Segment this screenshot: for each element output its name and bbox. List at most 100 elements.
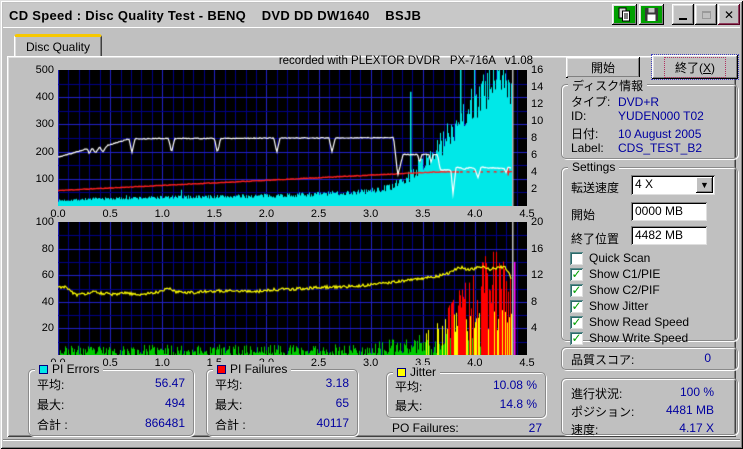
- pie-speed-chart: [58, 70, 527, 206]
- axis-tick-label: 3.0: [363, 357, 379, 369]
- checkbox-show-read-speed[interactable]: ✓ Show Read Speed: [570, 315, 689, 329]
- axis-tick-label: 20: [531, 216, 544, 228]
- axis-tick-label: 8: [531, 132, 538, 144]
- axis-tick-label: 14: [531, 81, 544, 93]
- pi-failures-stat-row: 最大: 65: [215, 396, 349, 412]
- axis-tick-label: 8: [531, 295, 538, 308]
- disc-info-group: ディスク情報 タイプ: DVD+R ID: YUDEN000 T02 日付: 10 Aug…: [561, 77, 738, 159]
- settings-title: Settings: [572, 160, 616, 174]
- jitter-title: Jitter: [410, 365, 437, 379]
- copy-button[interactable]: [612, 4, 637, 25]
- quality-score-value: 0: [704, 351, 711, 365]
- speed-label: 転送速度: [571, 181, 620, 195]
- end-position-field[interactable]: 4482 MB: [631, 226, 707, 245]
- checkbox-label: Quick Scan: [589, 251, 651, 265]
- jitter-box: Jitter 平均: 10.08 % 最大: 14.8 %: [386, 365, 546, 418]
- checkbox-icon[interactable]: [570, 251, 583, 265]
- speed-combobox[interactable]: 4 X ▼: [631, 175, 715, 195]
- checkbox-quick-scan[interactable]: Quick Scan: [570, 251, 650, 265]
- quality-score-group: 品質スコア: 0: [561, 347, 738, 370]
- minimize-button[interactable]: [672, 4, 694, 25]
- pi-failures-stat-row: 合計 :40117: [215, 416, 349, 432]
- axis-tick-label: 60: [41, 269, 54, 282]
- axis-tick-label: 100: [35, 172, 54, 185]
- axis-tick-label: 1.0: [154, 208, 170, 220]
- axis-tick-label: 0.5: [102, 208, 118, 220]
- disc-info-row: ID: YUDEN000 T02: [571, 109, 704, 123]
- exit-button[interactable]: 終了(X): [651, 54, 739, 80]
- copy-icon: [618, 7, 630, 22]
- axis-tick-label: 4.0: [467, 357, 483, 369]
- progress-row: ポジション: 4481 MB: [571, 403, 714, 419]
- disc-info-row: Label: CDS_TEST_B2: [571, 141, 703, 155]
- checkbox-label: Show Read Speed: [589, 315, 690, 329]
- pi-errors-stat-row: 最大: 494: [37, 396, 185, 412]
- speed-value: 4 X: [635, 177, 654, 191]
- checkbox-show-c1-pie[interactable]: ✓ Show C1/PIE: [570, 267, 660, 281]
- progress-group: 進行状況: 100 % ポジション: 4481 MB 速度: 4.17 X: [561, 378, 738, 437]
- start-button-label: 開始: [590, 61, 615, 75]
- axis-tick-label: 16: [531, 64, 544, 76]
- axis-tick-label: 400: [35, 91, 54, 104]
- progress-row: 速度: 4.17 X: [571, 421, 714, 437]
- checkbox-show-write-speed[interactable]: ✓ Show Write Speed: [570, 331, 688, 345]
- axis-tick-label: 200: [35, 145, 54, 158]
- checkbox-show-c2-pif[interactable]: ✓ Show C2/PIF: [570, 283, 660, 297]
- pi-failures-box: PI Failures 平均: 3.18 最大: 65 合計 :40117: [206, 362, 358, 436]
- axis-tick-label: 3.5: [415, 208, 431, 220]
- axis-tick-label: 12: [531, 269, 544, 282]
- pi-failures-title: PI Failures: [230, 362, 288, 376]
- axis-tick-label: 4: [531, 166, 538, 178]
- pi-errors-color-swatch: [39, 364, 48, 374]
- axis-tick-label: 10: [531, 115, 544, 127]
- axis-tick-label: 16: [531, 242, 544, 255]
- window-title: CD Speed : Disc Quality Test - BENQ DVD …: [9, 7, 422, 23]
- checkbox-label: Show Write Speed: [589, 331, 689, 345]
- axis-tick-label: 12: [531, 98, 544, 110]
- app-window: CD Speed : Disc Quality Test - BENQ DVD …: [0, 0, 743, 449]
- pi-errors-title: PI Errors: [52, 362, 100, 376]
- checkbox-icon[interactable]: ✓: [570, 283, 583, 297]
- checkbox-icon[interactable]: ✓: [570, 267, 583, 281]
- checkbox-icon[interactable]: ✓: [570, 331, 583, 345]
- checkbox-show-jitter[interactable]: ✓ Show Jitter: [570, 299, 648, 313]
- axis-tick-label: 3.0: [363, 208, 379, 220]
- close-icon: ✕: [723, 7, 735, 22]
- start-position-field[interactable]: 0000 MB: [631, 202, 707, 221]
- jitter-legend: Jitter: [393, 365, 441, 379]
- pi-errors-legend: PI Errors: [35, 362, 104, 376]
- quality-score-label: 品質スコア:: [571, 353, 635, 367]
- progress-row: 進行状況: 100 %: [571, 385, 714, 401]
- maximize-button[interactable]: [695, 4, 717, 25]
- disc-info-row: 日付: 10 August 2005: [571, 127, 702, 141]
- maximize-icon: [701, 10, 711, 19]
- start-button[interactable]: 開始: [566, 57, 640, 78]
- tab-disc-quality[interactable]: Disc Quality: [14, 34, 102, 57]
- axis-tick-label: 1.5: [206, 208, 222, 220]
- checkbox-icon[interactable]: ✓: [570, 315, 583, 329]
- jitter-color-swatch: [397, 367, 406, 377]
- pi-errors-stat-row: 平均: 56.47: [37, 376, 185, 392]
- axis-tick-label: 2.0: [258, 208, 275, 220]
- checkbox-icon[interactable]: ✓: [570, 299, 583, 313]
- pi-failures-color-swatch: [217, 364, 226, 374]
- end-position-label: 終了位置: [571, 232, 620, 246]
- chevron-down-icon[interactable]: ▼: [696, 177, 713, 193]
- settings-group: Settings 転送速度 4 X ▼ 開始 0000 MB 終了位置 4482…: [561, 160, 738, 345]
- start-position-value: 0000 MB: [635, 204, 684, 218]
- tab-label: Disc Quality: [25, 40, 90, 54]
- save-button[interactable]: [639, 4, 664, 25]
- axis-tick-label: 300: [35, 118, 54, 131]
- axis-tick-label: 2.5: [310, 208, 327, 220]
- checkbox-label: Show Jitter: [589, 299, 649, 313]
- close-button[interactable]: ✕: [718, 4, 740, 25]
- status-bar: [3, 439, 740, 446]
- axis-tick-label: 6: [531, 149, 538, 161]
- axis-tick-label: 4: [531, 322, 538, 335]
- exit-button-label: 終了(X): [663, 56, 727, 78]
- axis-tick-label: 4.0: [467, 208, 483, 220]
- axis-tick-label: 20: [41, 322, 54, 335]
- disc-info-title: ディスク情報: [572, 79, 644, 93]
- recorded-with-note: recorded with PLEXTOR DVDR PX-716A v1.08: [278, 55, 533, 67]
- po-failures-row: PO Failures: 27: [392, 421, 542, 435]
